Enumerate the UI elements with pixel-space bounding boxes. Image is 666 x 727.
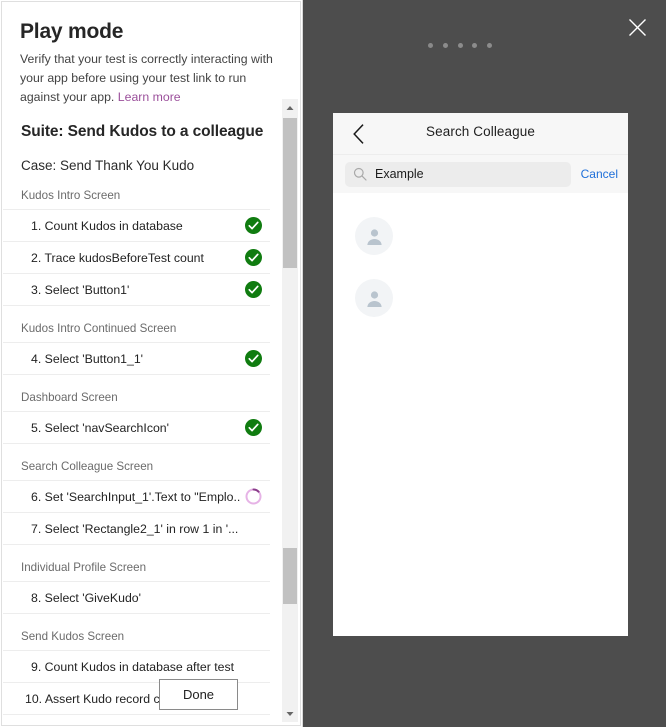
check-circle-icon (244, 249, 262, 266)
status-passed-icon (240, 346, 266, 372)
person-avatar-icon (366, 290, 382, 307)
app-preview-title: Search Colleague (426, 124, 535, 139)
test-step-row[interactable]: 7. Select 'Rectangle2_1' in row 1 in '..… (3, 513, 270, 545)
check-circle-icon (244, 281, 262, 298)
test-step-row[interactable]: 1. Count Kudos in database (3, 210, 270, 242)
search-input[interactable]: Example (345, 161, 571, 187)
screen-group-label: Individual Profile Screen (3, 545, 270, 582)
test-step-label: 2. Trace kudosBeforeTest count (31, 250, 204, 265)
status-empty (240, 516, 266, 542)
test-step-label: 1. Count Kudos in database (31, 218, 183, 233)
screen-group-label: Send Kudos Screen (3, 614, 270, 651)
search-results-list (333, 193, 628, 329)
loading-dot (487, 42, 492, 48)
play-mode-panel-body: Play mode Verify that your test is corre… (1, 1, 301, 726)
search-icon (353, 167, 367, 181)
test-step-row[interactable]: 3. Select 'Button1' (3, 274, 270, 306)
scrollbar-thumb[interactable] (283, 118, 297, 268)
test-step-row[interactable]: 4. Select 'Button1_1' (3, 343, 270, 375)
test-step-label: 4. Select 'Button1_1' (31, 351, 144, 366)
loading-dot (457, 42, 463, 48)
list-item[interactable] (333, 205, 628, 267)
test-step-label: 6. Set 'SearchInput_1'.Text to "Emplo... (31, 489, 240, 504)
screen-group-label: Search Colleague Screen (3, 444, 270, 481)
avatar (355, 217, 393, 255)
scroll-up-button[interactable] (282, 99, 298, 116)
case-title: Case: Send Thank You Kudo (21, 158, 195, 173)
spinner-icon (245, 488, 261, 505)
check-circle-icon (244, 419, 262, 436)
test-step-row[interactable]: 8. Select 'GiveKudo' (3, 582, 270, 614)
close-button[interactable] (617, 7, 657, 47)
panel-scrollbar[interactable] (282, 99, 298, 722)
scrollbar-thumb[interactable] (283, 548, 297, 604)
app-preview: Search Colleague Example Cancel (333, 113, 628, 636)
loading-dot (442, 42, 448, 48)
done-button[interactable]: Done (159, 679, 238, 710)
status-passed-icon (240, 277, 266, 303)
loading-dot (472, 42, 478, 48)
play-mode-panel: Play mode Verify that your test is corre… (0, 0, 303, 727)
test-step-groups: Kudos Intro Screen 1. Count Kudos in data… (3, 173, 286, 715)
loading-dots-indicator (428, 41, 492, 49)
suite-title: Suite: Send Kudos to a colleague (21, 123, 264, 140)
status-empty (240, 585, 266, 611)
status-running-spinner (240, 484, 266, 510)
play-mode-overlay: Search Colleague Example Cancel Play mod… (0, 0, 666, 727)
screen-group-label: Kudos Intro Screen (3, 173, 270, 210)
test-steps-scroll-region: Suite: Send Kudos to a colleague Case: S… (3, 97, 302, 724)
test-step-label: 5. Select 'navSearchIcon' (31, 420, 169, 435)
app-preview-header: Search Colleague (333, 113, 628, 155)
status-passed-icon (240, 415, 266, 441)
status-passed-icon (240, 213, 266, 239)
chevron-up-icon (286, 105, 294, 110)
avatar (355, 279, 393, 317)
check-circle-icon (244, 350, 262, 367)
screen-group-label: Kudos Intro Continued Screen (3, 306, 270, 343)
test-steps-content: Suite: Send Kudos to a colleague Case: S… (3, 97, 286, 715)
loading-dot (428, 42, 433, 48)
list-item[interactable] (333, 267, 628, 329)
search-cancel-link[interactable]: Cancel (581, 167, 618, 181)
test-step-label: 3. Select 'Button1' (31, 282, 130, 297)
page-title: Play mode (20, 20, 124, 43)
test-step-row[interactable]: 2. Trace kudosBeforeTest count (3, 242, 270, 274)
test-step-label: 8. Select 'GiveKudo' (31, 590, 141, 605)
close-icon (628, 18, 646, 36)
search-bar-row: Example Cancel (333, 155, 628, 193)
panel-footer: Done (2, 667, 300, 725)
test-step-label: 7. Select 'Rectangle2_1' in row 1 in '..… (31, 521, 239, 536)
check-circle-icon (244, 217, 262, 234)
panel-header: Play mode Verify that your test is corre… (2, 2, 300, 106)
test-step-row[interactable]: 6. Set 'SearchInput_1'.Text to "Emplo... (3, 481, 270, 513)
screen-group-label: Dashboard Screen (3, 375, 270, 412)
test-step-row[interactable]: 5. Select 'navSearchIcon' (3, 412, 270, 444)
status-passed-icon (240, 245, 266, 271)
person-avatar-icon (366, 228, 382, 245)
search-input-value: Example (375, 167, 424, 181)
